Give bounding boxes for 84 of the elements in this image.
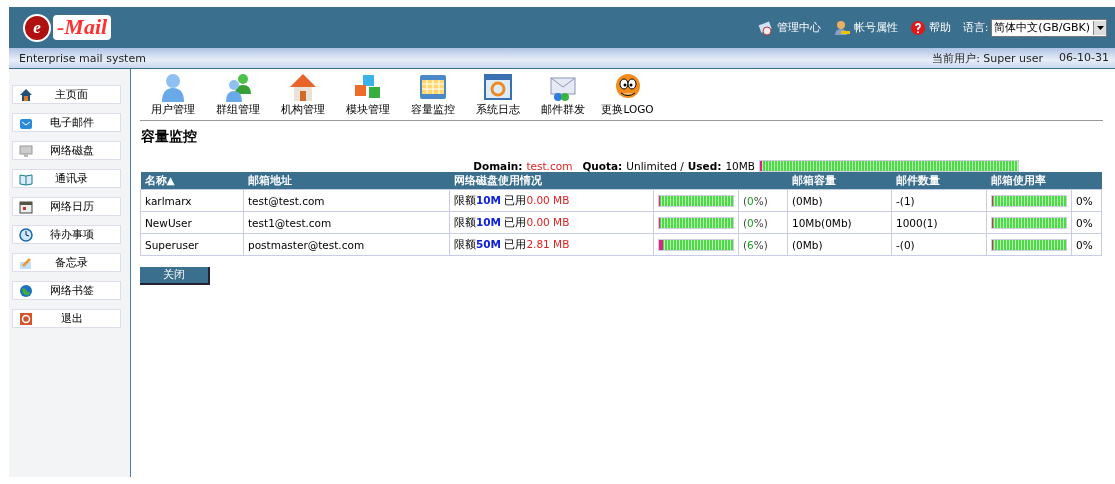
- close-button[interactable]: 关闭: [140, 267, 210, 285]
- limit-label: 限额: [454, 193, 476, 206]
- sidebar-item[interactable]: 退出: [12, 309, 121, 328]
- sidebar-item[interactable]: 网络磁盘: [12, 141, 121, 160]
- page-title: 容量监控: [141, 128, 198, 146]
- book-icon: [19, 171, 33, 186]
- sidebar-item[interactable]: 待办事项: [12, 225, 121, 244]
- logo-text: -Mail: [53, 15, 112, 40]
- used-label: Used:: [687, 160, 722, 172]
- sidebar-item[interactable]: 网络日历: [12, 197, 121, 216]
- tagline: Enterprise mail system: [19, 51, 146, 65]
- monitor-icon: [19, 143, 33, 158]
- toolbar-button[interactable]: 用户管理: [140, 72, 205, 117]
- limit-value: 50M: [476, 237, 502, 250]
- column-header: 邮箱使用率: [986, 172, 1102, 190]
- limit-value: 10M: [476, 215, 502, 228]
- quota-label: Quota:: [582, 160, 623, 172]
- globe-icon: [19, 283, 33, 298]
- table-cell: karlmarx: [140, 189, 244, 212]
- table-cell: test1@test.com: [243, 211, 450, 234]
- sidebar-item[interactable]: 主页面: [12, 85, 121, 104]
- toolbar-button[interactable]: 机构管理: [270, 72, 335, 117]
- caret-icon: [1096, 25, 1104, 30]
- pencil-icon: [19, 255, 33, 270]
- table-cell: -(0): [891, 233, 987, 256]
- percent-text: (0%): [743, 216, 768, 229]
- person-key-icon: [832, 19, 851, 36]
- toolbar-button[interactable]: 邮件群发: [530, 72, 595, 117]
- table-cell: Superuser: [140, 233, 244, 256]
- column-header[interactable]: 名称▲: [140, 172, 244, 190]
- header-link[interactable]: 帐号属性: [832, 19, 898, 36]
- table-cell: 0%: [1071, 189, 1102, 212]
- help-icon: [909, 19, 926, 36]
- limit-label: 限额: [454, 215, 476, 228]
- toolbar-button[interactable]: 群组管理: [205, 72, 270, 117]
- table-cell: 0%: [1071, 233, 1102, 256]
- table-cell: -(1): [891, 189, 987, 212]
- used-value: 0.00 MB: [526, 193, 570, 206]
- sidebar-item[interactable]: 电子邮件: [12, 113, 121, 132]
- table-cell: (0Mb): [787, 189, 892, 212]
- percent-text: (0%): [743, 194, 768, 207]
- sidebar-item[interactable]: 备忘录: [12, 253, 121, 272]
- calendar-icon: [482, 72, 513, 102]
- toolbar-button[interactable]: 模块管理: [335, 72, 400, 117]
- quota-value: Unlimited /: [626, 160, 684, 172]
- limit-label: 限额: [454, 237, 476, 250]
- table-cell: test@test.com: [243, 189, 450, 212]
- header-link[interactable]: 帮助: [909, 19, 951, 36]
- used-label: 已用: [504, 215, 527, 228]
- calendar-icon: [19, 199, 33, 214]
- clock-icon: [19, 227, 33, 242]
- house-icon: [19, 87, 33, 102]
- table-cell: postmaster@test.com: [243, 233, 450, 256]
- toolbar-button[interactable]: 系统日志: [465, 72, 530, 117]
- used-value: 2.81 MB: [526, 237, 570, 250]
- sidebar-item[interactable]: 通讯录: [12, 169, 121, 188]
- used-label: 已用: [504, 237, 527, 250]
- toolbar-button[interactable]: 容量监控: [400, 72, 465, 117]
- table-cell: 0%: [1071, 211, 1102, 234]
- toolbar-button[interactable]: 更换LOGO: [595, 72, 660, 117]
- language-label: 语言:: [962, 20, 989, 35]
- sidebar-item[interactable]: 网络书签: [12, 281, 121, 300]
- table-cell: 1000(1): [891, 211, 987, 234]
- header-link[interactable]: 管理中心: [757, 19, 821, 36]
- column-header: 网络磁盘使用情况: [449, 172, 788, 190]
- used-value: 10MB: [725, 160, 755, 172]
- table-cell: (0Mb): [787, 233, 892, 256]
- grid-icon: [417, 72, 448, 102]
- used-label: 已用: [504, 193, 527, 206]
- column-header: 邮箱容量: [787, 172, 892, 190]
- language-select[interactable]: 简体中文(GB/GBK): [991, 18, 1107, 37]
- table-cell: 10Mb(0Mb): [787, 211, 892, 234]
- domain-label: Domain:: [473, 160, 523, 172]
- table-cell: NewUser: [140, 211, 244, 234]
- limit-value: 10M: [476, 193, 502, 206]
- power-icon: [19, 311, 33, 326]
- column-header: 邮箱地址: [243, 172, 450, 190]
- date: 06-10-31: [1059, 50, 1109, 66]
- domain-value: test.com: [526, 160, 573, 172]
- percent-text: (6%): [743, 238, 768, 251]
- logo-mark: e: [23, 13, 51, 42]
- column-header: 邮件数量: [891, 172, 987, 190]
- used-value: 0.00 MB: [526, 215, 570, 228]
- current-user: 当前用户: Super user: [932, 50, 1044, 66]
